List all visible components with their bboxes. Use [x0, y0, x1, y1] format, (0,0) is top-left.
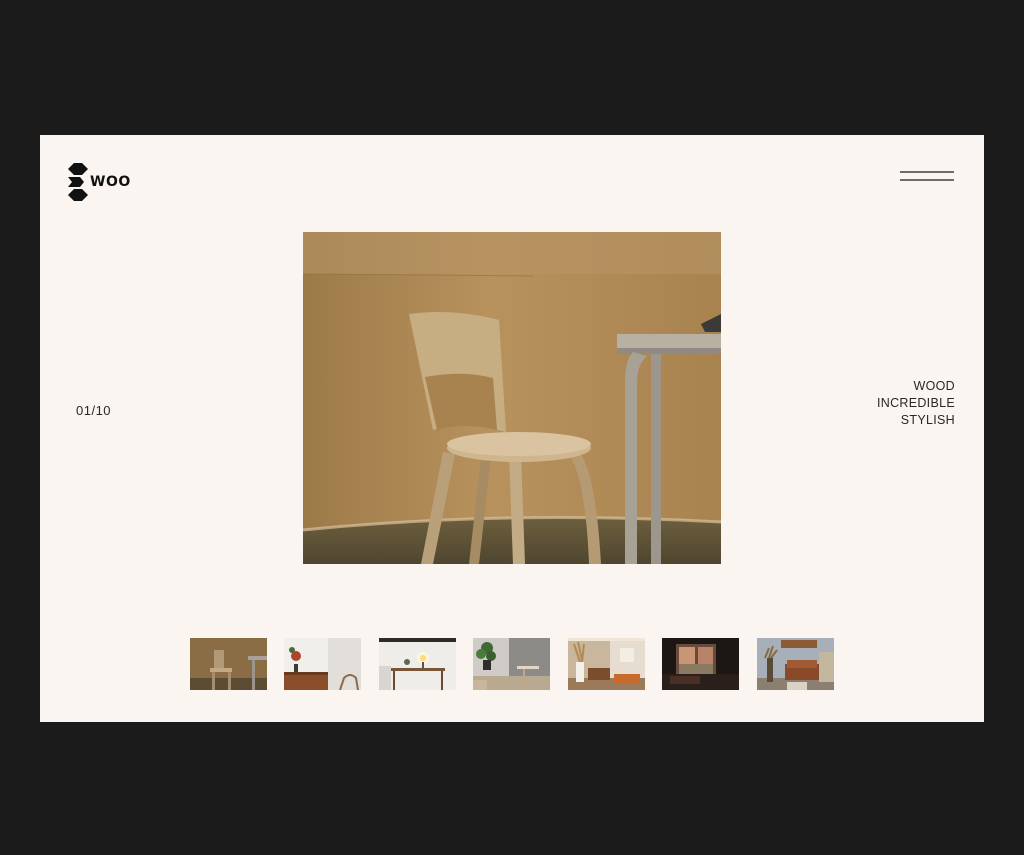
hero-chair-illustration	[303, 232, 721, 564]
tagline-wood: WOOD	[913, 379, 955, 393]
menu-line-top	[900, 171, 954, 173]
woo-logo-icon	[68, 163, 88, 201]
menu-line-bottom	[900, 179, 954, 181]
tagline-incredible: INCREDIBLE	[876, 396, 955, 410]
thumbnail-strip	[190, 638, 834, 690]
thumb-plant-room[interactable]	[473, 638, 550, 690]
slide-counter: 01/10	[76, 403, 112, 418]
thumb-sofa-room[interactable]	[757, 638, 834, 690]
thumb-sideboard-plant[interactable]	[284, 638, 361, 690]
thumb-living-room[interactable]	[568, 638, 645, 690]
hero-image	[303, 232, 721, 564]
thumb-desk-lamp[interactable]	[379, 638, 456, 690]
thumb-chair-table[interactable]	[190, 638, 267, 690]
hamburger-menu-button[interactable]	[896, 165, 956, 189]
tagline-stylish: STYLISH	[900, 413, 955, 427]
brand-logo[interactable]: WOO	[68, 163, 131, 201]
tagline-list: WOOD INCREDIBLE STYLISH	[877, 378, 955, 429]
thumb-dark-window[interactable]	[662, 638, 739, 690]
brand-name: WOO	[90, 174, 131, 190]
slider-frame: WOO 01/10 WOOD INCREDIBLE STYLISH	[40, 135, 984, 722]
